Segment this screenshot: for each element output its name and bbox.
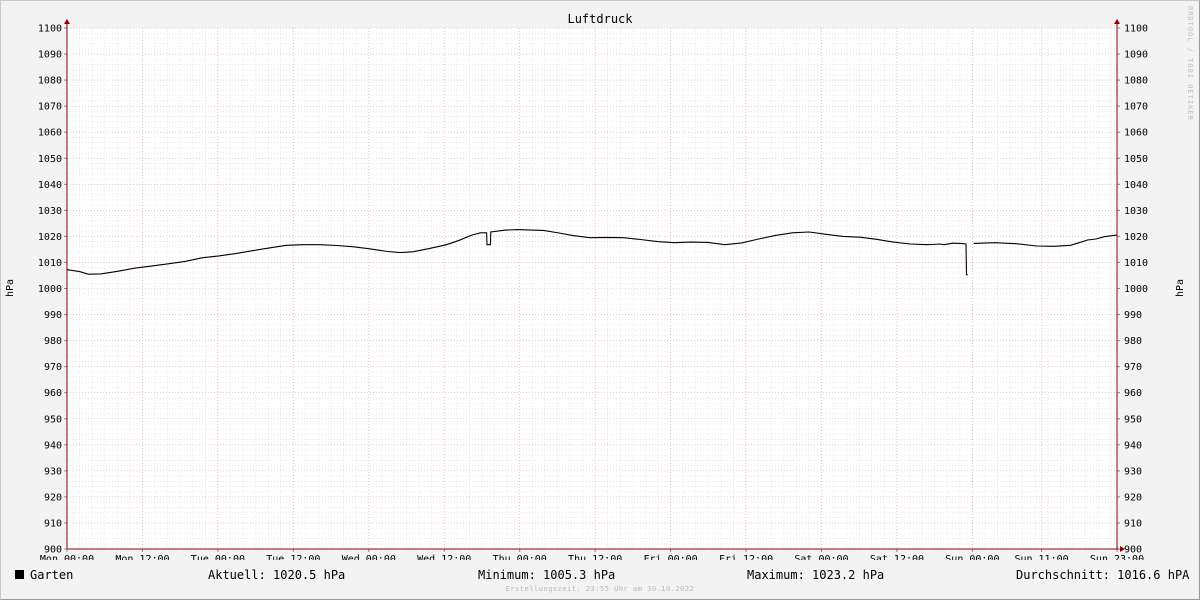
y-tick-label-left: 1030 (38, 206, 62, 217)
y-tick-label-left: 1000 (38, 284, 62, 295)
y-tick-label-left: 1050 (38, 154, 62, 165)
legend-durchschnitt: Durchschnitt: 1016.6 hPA (1016, 568, 1190, 582)
x-tick-label: Sat 00:00 (794, 554, 848, 560)
y-tick-label-right: 970 (1124, 362, 1142, 373)
y-tick-label-left: 1090 (38, 50, 62, 61)
chart: 900 900910 910920 920930 930940 940950 950960 9… (5, 12, 1186, 560)
y-tick-label-left: 1020 (38, 232, 62, 243)
y-tick-label-right: 1100 (1124, 24, 1148, 35)
y-tick-label-left: 1040 (38, 180, 62, 191)
y-tick-label-left: 970 (44, 362, 62, 373)
y-tick-label-left: 930 (44, 466, 62, 477)
legend-series-name: Garten (30, 568, 74, 582)
x-tick-label: Thu 00:00 (493, 554, 547, 560)
y-tick-label-right: 1070 (1124, 102, 1148, 113)
grid (67, 27, 1117, 550)
y-tick-label-left: 1060 (38, 128, 62, 139)
y-tick-label-left: 1100 (38, 24, 62, 35)
x-tick-label: Tue 12:00 (266, 554, 320, 560)
y-tick-label-left: 940 (44, 440, 62, 451)
x-tick-label: Sat 12:00 (870, 554, 924, 560)
x-tick-label: Wed 12:00 (417, 554, 471, 560)
x-tick-label: Sun 00:00 (945, 554, 999, 560)
footer-timestamp: Erstellungszeit: 23:55 Uhr am 30.10.2022 (505, 585, 695, 593)
x-tick-label: Sun 11:00 (1014, 554, 1068, 560)
y-tick-label-right: 930 (1124, 466, 1142, 477)
y-axis-arrow-right (1114, 19, 1120, 24)
x-tick-label: Mon 12:00 (115, 554, 169, 560)
x-tick-label: Tue 00:00 (191, 554, 245, 560)
x-tick-label: Thu 12:00 (568, 554, 622, 560)
legend-maximum: Maximum: 1023.2 hPa (747, 568, 885, 582)
y-tick-label-right: 980 (1124, 336, 1142, 347)
watermark: RRDTOOL / TOBI OETIKER (1186, 6, 1194, 121)
y-tick-label-left: 950 (44, 414, 62, 425)
y-tick-label-left: 1070 (38, 102, 62, 113)
y-tick-label-right: 1090 (1124, 50, 1148, 61)
x-tick-label: Fri 12:00 (719, 554, 773, 560)
y-tick-label-right: 1010 (1124, 258, 1148, 269)
x-tick-label: Wed 00:00 (342, 554, 396, 560)
x-tick-label: Mon 00:00 (40, 554, 94, 560)
legend-swatch (15, 570, 24, 579)
chart-title: Luftdruck (567, 12, 633, 26)
y-tick-label-right: 1080 (1124, 76, 1148, 87)
y-tick-label-right: 940 (1124, 440, 1142, 451)
y-axis-label-left: hPa (5, 279, 16, 297)
y-tick-label-left: 960 (44, 388, 62, 399)
y-tick-label-right: 1060 (1124, 128, 1148, 139)
legend-minimum: Minimum: 1005.3 hPa (478, 568, 616, 582)
x-tick-label: Sun 23:00 (1090, 554, 1144, 560)
x-tick-label: Fri 00:00 (643, 554, 697, 560)
y-tick-label-right: 920 (1124, 492, 1142, 503)
y-tick-label-left: 1010 (38, 258, 62, 269)
y-tick-label-right: 1050 (1124, 154, 1148, 165)
y-tick-label-right: 950 (1124, 414, 1142, 425)
y-tick-label-right: 990 (1124, 310, 1142, 321)
y-axis-arrow-left (64, 19, 70, 24)
y-tick-label-right: 1020 (1124, 232, 1148, 243)
y-axis-label-right: hPa (1175, 279, 1186, 297)
y-tick-label-right: 960 (1124, 388, 1142, 399)
y-tick-label-left: 980 (44, 336, 62, 347)
y-tick-label-left: 1080 (38, 76, 62, 87)
y-tick-label-right: 1030 (1124, 206, 1148, 217)
y-tick-label-right: 1040 (1124, 180, 1148, 191)
y-tick-label-right: 1000 (1124, 284, 1148, 295)
y-tick-label-left: 910 (44, 518, 62, 529)
y-tick-label-left: 920 (44, 492, 62, 503)
y-tick-label-left: 990 (44, 310, 62, 321)
legend-aktuell: Aktuell: 1020.5 hPa (208, 568, 346, 582)
y-tick-label-right: 910 (1124, 518, 1142, 529)
